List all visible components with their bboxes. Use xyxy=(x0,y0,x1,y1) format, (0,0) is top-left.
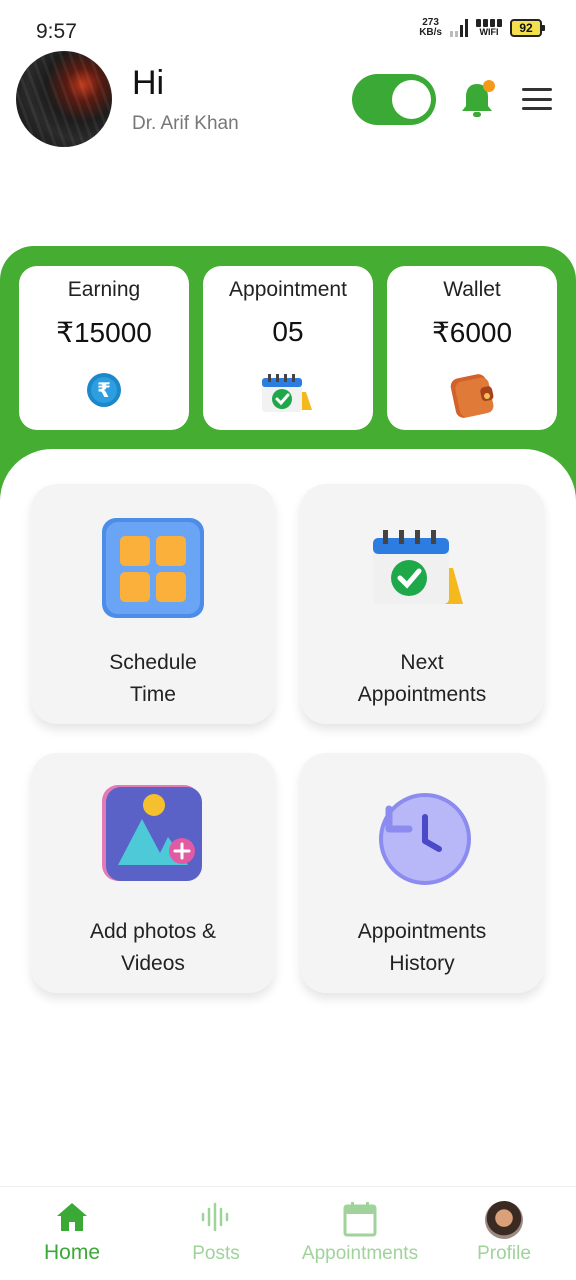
nav-label: Appointments xyxy=(301,1243,419,1264)
battery-icon: 92 xyxy=(510,19,545,37)
profile-avatar-icon xyxy=(485,1201,523,1239)
tile-label: Next Appointments xyxy=(357,651,487,706)
stat-label: Wallet xyxy=(443,278,501,301)
tile-label: Appointments History xyxy=(357,920,487,975)
stat-value: ₹6000 xyxy=(431,317,513,348)
tile-label: Add photos & Videos xyxy=(89,920,217,975)
tile-label: Schedule Time xyxy=(109,651,197,706)
grid-schedule-icon xyxy=(102,518,204,618)
calendar-check-icon xyxy=(373,530,463,604)
calendar-check-icon xyxy=(262,374,312,412)
stat-value: ₹15000 xyxy=(56,317,152,348)
wifi-icon: WIFI xyxy=(476,19,502,37)
waveform-icon xyxy=(201,1202,229,1232)
nav-appointments[interactable]: Appointments xyxy=(288,1187,432,1280)
stat-label: Appointment xyxy=(229,278,347,301)
nav-profile[interactable]: Profile xyxy=(432,1187,576,1280)
status-indicators: 273 KB/s WIFI 92 xyxy=(419,17,545,38)
nav-label: Posts xyxy=(192,1243,240,1264)
wallet-icon xyxy=(450,374,494,418)
rupee-coin-icon: ₹ xyxy=(87,373,121,407)
greeting-text: Hi xyxy=(132,64,165,102)
earning-card[interactable]: Earning ₹15000 ₹ xyxy=(19,266,189,430)
network-speed: 273 KB/s xyxy=(419,17,442,38)
stat-value: 05 xyxy=(272,316,304,347)
toggle-knob xyxy=(392,80,431,119)
svg-text:₹: ₹ xyxy=(97,378,111,402)
next-appointments-tile[interactable]: Next Appointments xyxy=(300,484,544,724)
wallet-card[interactable]: Wallet ₹6000 xyxy=(387,266,557,430)
nav-label: Profile xyxy=(477,1243,531,1264)
notification-bell-icon[interactable] xyxy=(458,80,496,120)
doctor-name: Dr. Arif Khan xyxy=(132,113,239,134)
availability-toggle[interactable] xyxy=(352,74,436,125)
hamburger-menu-icon[interactable] xyxy=(522,88,552,110)
schedule-time-tile[interactable]: Schedule Time xyxy=(31,484,275,724)
bottom-navigation: Home Posts Appointments Profile xyxy=(0,1186,576,1280)
appointments-history-tile[interactable]: Appointments History xyxy=(300,753,544,993)
nav-label: Home xyxy=(43,1241,101,1264)
signal-icon xyxy=(450,19,468,37)
status-time: 9:57 xyxy=(36,20,77,43)
status-bar: 9:57 273 KB/s WIFI 92 xyxy=(0,0,576,56)
appointment-card[interactable]: Appointment 05 xyxy=(203,266,373,430)
calendar-icon xyxy=(343,1202,377,1237)
stat-label: Earning xyxy=(67,278,141,301)
add-photo-icon xyxy=(102,785,202,881)
nav-home[interactable]: Home xyxy=(0,1187,144,1280)
doctor-avatar[interactable] xyxy=(16,51,112,147)
history-clock-icon xyxy=(379,793,471,885)
nav-posts[interactable]: Posts xyxy=(144,1187,288,1280)
add-photos-videos-tile[interactable]: Add photos & Videos xyxy=(31,753,275,993)
home-icon xyxy=(57,1203,87,1231)
